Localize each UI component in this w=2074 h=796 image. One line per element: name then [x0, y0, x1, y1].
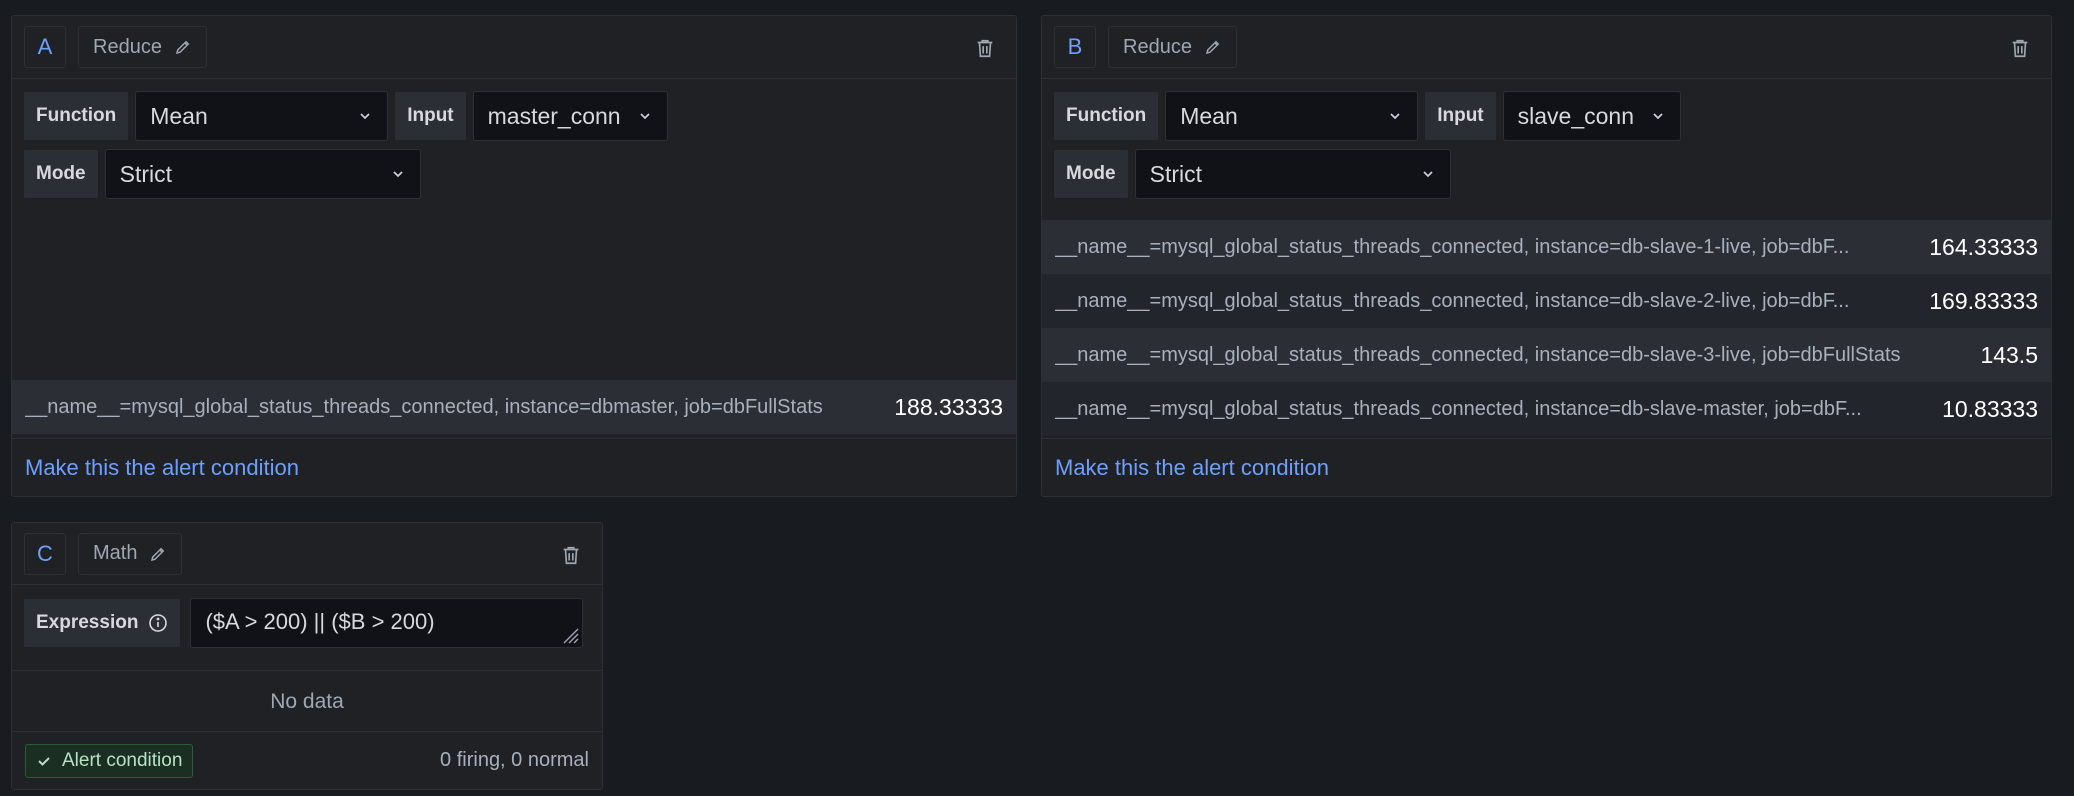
- expression-type-label: Reduce: [1123, 35, 1192, 58]
- query-header: A Reduce: [12, 16, 1016, 79]
- input-select[interactable]: master_conn: [472, 91, 668, 141]
- pencil-icon: [1205, 40, 1220, 55]
- alert-condition-label: Alert condition: [62, 749, 183, 771]
- function-label: Function: [1054, 92, 1159, 140]
- trash-icon[interactable]: [560, 544, 582, 566]
- chevron-down-icon: [1422, 171, 1433, 178]
- function-value: Mean: [1180, 102, 1238, 129]
- pencil-icon: [151, 547, 165, 561]
- series-label: __name__=mysql_global_status_threads_con…: [1055, 235, 1850, 258]
- query-header: C Math: [12, 523, 602, 585]
- expression-type-button[interactable]: Reduce: [78, 26, 207, 68]
- mode-value: Strict: [1149, 160, 1202, 187]
- expression-value: ($A > 200) || ($B > 200): [205, 609, 435, 634]
- make-alert-condition-link[interactable]: Make this the alert condition: [1055, 455, 1329, 481]
- query-footer: Make this the alert condition: [1042, 438, 2051, 496]
- function-value: Mean: [150, 102, 208, 129]
- expression-label: Expression: [36, 612, 139, 633]
- mode-select[interactable]: Strict: [1134, 149, 1451, 199]
- table-row: __name__=mysql_global_status_threads_con…: [1042, 382, 2051, 436]
- ref-id-badge[interactable]: B: [1054, 26, 1096, 68]
- function-select[interactable]: Mean: [135, 91, 389, 141]
- chevron-down-icon: [639, 113, 650, 120]
- pencil-icon: [175, 40, 190, 55]
- info-icon[interactable]: [148, 613, 168, 633]
- alert-condition-badge: Alert condition: [25, 743, 194, 778]
- ref-id-badge[interactable]: A: [24, 26, 66, 68]
- query-card-c: C Math Expression ($A > 200) || ($B > 20…: [11, 522, 603, 790]
- series-value: 169.83333: [1929, 287, 2038, 314]
- query-footer: Alert condition 0 firing, 0 normal: [12, 731, 602, 789]
- expression-type-label: Math: [93, 542, 138, 564]
- chevron-down-icon: [1390, 113, 1400, 120]
- query-header: B Reduce: [1042, 16, 2051, 79]
- input-label: Input: [395, 92, 466, 140]
- series-label: __name__=mysql_global_status_threads_con…: [1055, 343, 1901, 366]
- input-select[interactable]: slave_conn: [1502, 91, 1681, 141]
- check-icon: [38, 756, 50, 766]
- query-card-b: B Reduce Function Mean Input slave_conn …: [1041, 15, 2052, 497]
- reduce-controls: Function Mean Input master_conn Mode Str…: [12, 79, 1016, 219]
- series-label: __name__=mysql_global_status_threads_con…: [1055, 289, 1850, 312]
- input-label: Input: [1425, 92, 1496, 140]
- mode-label: Mode: [24, 150, 98, 198]
- resize-grip-icon[interactable]: [558, 623, 580, 645]
- trash-icon[interactable]: [974, 37, 996, 59]
- ref-id-badge[interactable]: C: [24, 532, 66, 575]
- chevron-down-icon: [360, 113, 370, 120]
- trash-icon[interactable]: [2009, 37, 2031, 59]
- expression-label-box: Expression: [24, 599, 181, 647]
- expression-type-label: Reduce: [93, 35, 162, 58]
- input-value: slave_conn: [1517, 102, 1634, 129]
- expression-input[interactable]: ($A > 200) || ($B > 200): [190, 598, 584, 648]
- table-row: __name__=mysql_global_status_threads_con…: [1042, 220, 2051, 274]
- query-footer: Make this the alert condition: [12, 438, 1016, 496]
- chevron-down-icon: [392, 171, 403, 178]
- mode-value: Strict: [119, 160, 172, 187]
- table-row: __name__=mysql_global_status_threads_con…: [12, 380, 1016, 434]
- query-card-a: A Reduce Function Mean Input master_conn…: [11, 15, 1017, 497]
- mode-select[interactable]: Strict: [104, 149, 421, 199]
- series-value: 164.33333: [1929, 233, 2038, 260]
- expression-type-button[interactable]: Reduce: [1108, 26, 1237, 68]
- expression-type-button[interactable]: Math: [78, 532, 183, 575]
- series-value: 143.5: [1980, 341, 2038, 368]
- chevron-down-icon: [1653, 113, 1663, 120]
- series-results: __name__=mysql_global_status_threads_con…: [1042, 220, 2051, 436]
- no-data-message: No data: [12, 670, 602, 732]
- function-label: Function: [24, 92, 129, 140]
- series-results: __name__=mysql_global_status_threads_con…: [12, 380, 1016, 434]
- series-value: 10.83333: [1942, 395, 2038, 422]
- input-value: master_conn: [487, 102, 621, 129]
- series-value: 188.33333: [894, 393, 1003, 420]
- firing-status: 0 firing, 0 normal: [440, 749, 589, 771]
- table-row: __name__=mysql_global_status_threads_con…: [1042, 274, 2051, 328]
- table-row: __name__=mysql_global_status_threads_con…: [1042, 328, 2051, 382]
- function-select[interactable]: Mean: [1165, 91, 1419, 141]
- make-alert-condition-link[interactable]: Make this the alert condition: [25, 455, 299, 481]
- reduce-controls: Function Mean Input slave_conn Mode Stri…: [1042, 79, 2051, 219]
- expression-row: Expression ($A > 200) || ($B > 200): [12, 585, 602, 661]
- series-label: __name__=mysql_global_status_threads_con…: [1055, 397, 1862, 420]
- series-label: __name__=mysql_global_status_threads_con…: [25, 395, 823, 418]
- mode-label: Mode: [1054, 150, 1128, 198]
